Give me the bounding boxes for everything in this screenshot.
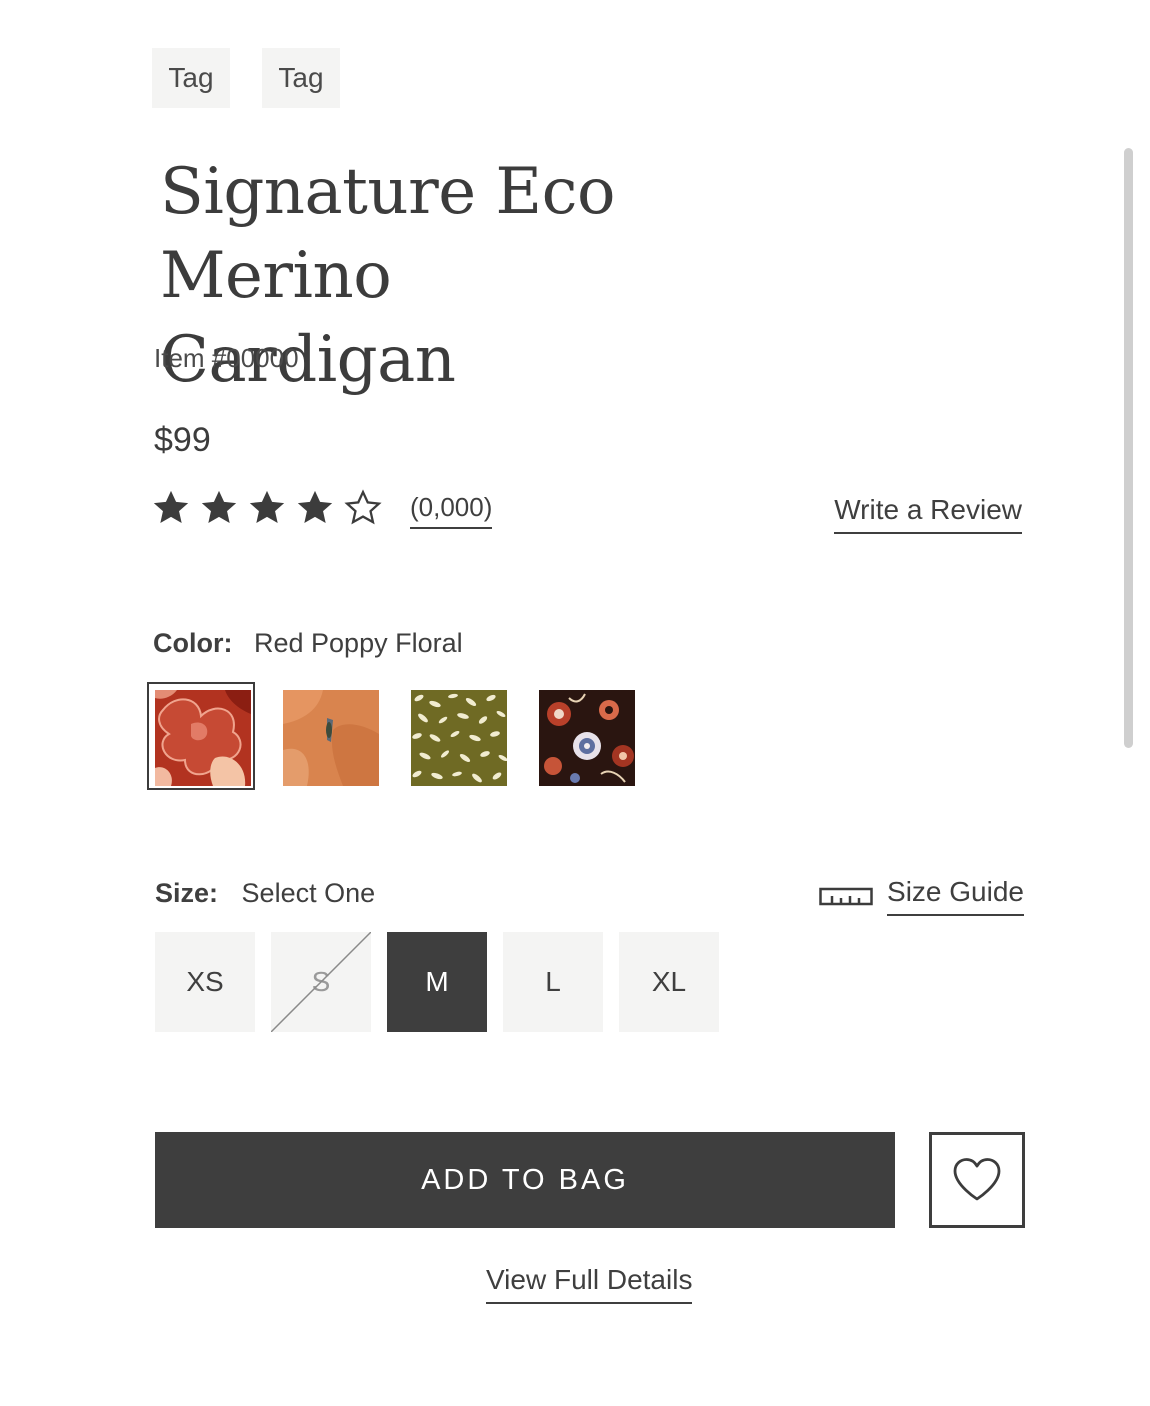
scrollbar-thumb[interactable] bbox=[1124, 148, 1133, 748]
size-option-s-unavailable[interactable]: S bbox=[271, 932, 371, 1032]
size-option-l[interactable]: L bbox=[503, 932, 603, 1032]
star-filled-icon bbox=[153, 490, 189, 524]
write-review-link[interactable]: Write a Review bbox=[834, 494, 1022, 534]
size-selector-label: Size: Select One bbox=[155, 878, 375, 909]
view-full-details-link[interactable]: View Full Details bbox=[486, 1264, 693, 1304]
star-filled-icon bbox=[201, 490, 237, 524]
size-option-xs[interactable]: XS bbox=[155, 932, 255, 1032]
color-label: Color: bbox=[153, 628, 233, 658]
star-rating bbox=[150, 486, 384, 532]
size-option-xl[interactable]: XL bbox=[619, 932, 719, 1032]
wishlist-button[interactable] bbox=[929, 1132, 1025, 1228]
size-label: Size: bbox=[155, 878, 219, 908]
olive-animal-print-swatch[interactable] bbox=[411, 690, 507, 786]
product-tag: Tag bbox=[262, 48, 340, 108]
product-price: $99 bbox=[154, 421, 211, 459]
heart-icon bbox=[953, 1158, 1001, 1201]
star-empty-icon bbox=[344, 489, 382, 525]
selected-size-text: Select One bbox=[241, 878, 376, 908]
add-to-bag-button[interactable]: ADD TO BAG bbox=[155, 1132, 895, 1228]
size-option-m-selected[interactable]: M bbox=[387, 932, 487, 1032]
selected-color-name: Red Poppy Floral bbox=[254, 628, 463, 658]
size-guide-label: Size Guide bbox=[887, 876, 1024, 916]
star-filled-icon bbox=[249, 490, 285, 524]
item-number: Item #00000 bbox=[154, 343, 299, 373]
product-tag: Tag bbox=[152, 48, 230, 108]
size-guide-link[interactable]: Size Guide bbox=[819, 876, 1024, 916]
review-count-link[interactable]: (0,000) bbox=[410, 492, 493, 529]
color-selector-label: Color: Red Poppy Floral bbox=[153, 628, 463, 659]
dark-paisley-floral-swatch[interactable] bbox=[539, 690, 635, 786]
orange-print-swatch[interactable] bbox=[283, 690, 379, 786]
star-filled-icon bbox=[297, 490, 333, 524]
ruler-icon bbox=[819, 887, 873, 906]
red-poppy-floral-swatch[interactable] bbox=[155, 690, 251, 786]
product-title-line-1: Signature Eco Merino bbox=[160, 155, 616, 313]
size-option-label: S bbox=[311, 966, 331, 997]
